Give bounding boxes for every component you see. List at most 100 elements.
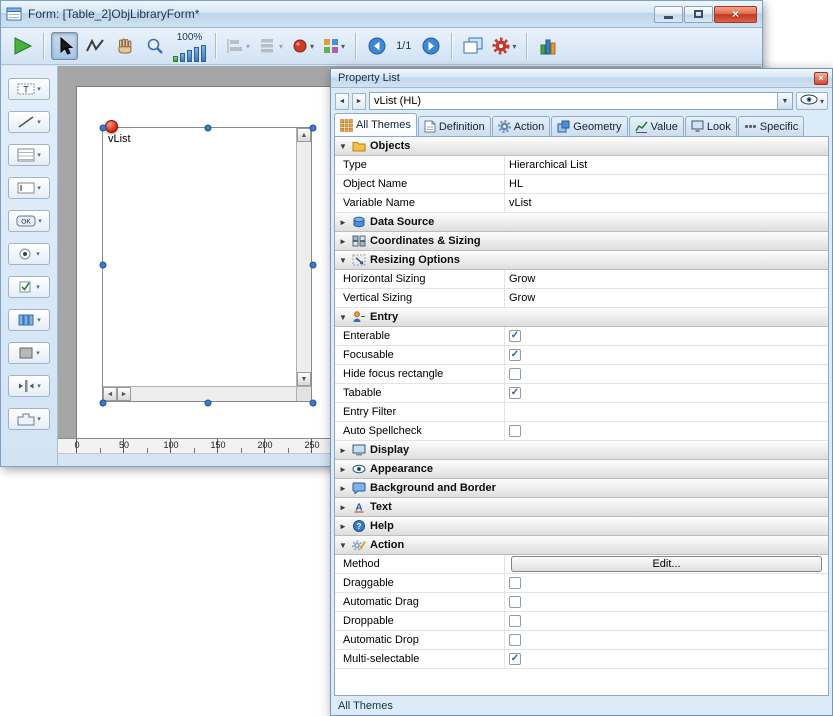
form-windows-button[interactable] <box>459 32 486 60</box>
selection-handle[interactable] <box>100 400 107 407</box>
tab-action[interactable]: Action <box>492 116 551 136</box>
tab-specific[interactable]: Specific <box>738 116 805 136</box>
tab-geometry[interactable]: Geometry <box>551 116 627 136</box>
execute-dropdown[interactable]: ▾ <box>489 32 519 60</box>
splitter-tool-button[interactable]: ▾ <box>8 375 50 397</box>
section-header-help[interactable]: ►?Help <box>335 517 828 536</box>
section-header-display[interactable]: ►Display <box>335 441 828 460</box>
tab-all-themes[interactable]: All Themes <box>334 113 417 136</box>
selection-handle[interactable] <box>100 262 107 269</box>
selection-handle[interactable] <box>310 262 317 269</box>
edit-method-button[interactable]: Edit... <box>511 556 822 572</box>
section-header-appearance[interactable]: ►Appearance <box>335 460 828 479</box>
previous-page-button[interactable] <box>363 32 390 60</box>
column-tool-button[interactable]: ▾ <box>8 309 50 331</box>
checkbox-tabable[interactable]: ✓ <box>509 387 521 399</box>
property-value-automatic-drag[interactable] <box>505 593 828 611</box>
zoom-bar[interactable] <box>180 53 185 62</box>
input-tool-button[interactable]: ▾ <box>8 177 50 199</box>
section-header-background-and-border[interactable]: ►Background and Border <box>335 479 828 498</box>
checkbox-automatic-drag[interactable] <box>509 596 521 608</box>
section-header-entry[interactable]: ▼Entry <box>335 308 828 327</box>
distribute-dropdown[interactable]: ▾ <box>256 32 286 60</box>
checkbox-auto-spellcheck[interactable] <box>509 425 521 437</box>
zoom-bars[interactable] <box>173 44 206 62</box>
property-value-object-name[interactable]: HL <box>505 175 828 193</box>
checkbox-focusable[interactable]: ✓ <box>509 349 521 361</box>
checkbox-enterable[interactable]: ✓ <box>509 330 521 342</box>
line-tool-button[interactable]: ▾ <box>8 111 50 133</box>
property-value-auto-spellcheck[interactable] <box>505 422 828 440</box>
text-tool-button[interactable]: T▾ <box>8 78 50 100</box>
checkbox-tool-button[interactable]: ▾ <box>8 276 50 298</box>
checkbox-droppable[interactable] <box>509 615 521 627</box>
property-value-droppable[interactable] <box>505 612 828 630</box>
zoom-bar[interactable] <box>194 47 199 62</box>
visibility-options-button[interactable]: ▾ <box>796 92 828 110</box>
object-library-button[interactable] <box>534 32 561 60</box>
section-header-coordinates-sizing[interactable]: ►Coordinates & Sizing <box>335 232 828 251</box>
property-value-vertical-sizing[interactable]: Grow <box>505 289 828 307</box>
scroll-up-icon[interactable]: ▲ <box>297 128 311 142</box>
listbox-tool-button[interactable]: ▾ <box>8 144 50 166</box>
section-header-action[interactable]: ▼Action <box>335 536 828 555</box>
pointer-tool-button[interactable] <box>51 32 78 60</box>
selection-handle[interactable] <box>310 400 317 407</box>
run-button[interactable] <box>8 32 36 60</box>
checkbox-multi-selectable[interactable]: ✓ <box>509 653 521 665</box>
property-value-type[interactable]: Hierarchical List <box>505 156 828 174</box>
display-options-dropdown[interactable]: ▾ <box>320 32 348 60</box>
chevron-down-icon[interactable]: ▼ <box>777 93 792 109</box>
scroll-right-icon[interactable]: ► <box>117 387 131 401</box>
property-value-method[interactable]: Edit... <box>505 555 828 573</box>
form-editor-titlebar[interactable]: Form: [Table_2]ObjLibraryForm* × <box>1 1 762 28</box>
zoom-widget[interactable]: 100% <box>171 30 208 62</box>
zoom-bar[interactable] <box>173 56 178 62</box>
button-tool-button[interactable]: OK▾ <box>8 210 50 232</box>
tab-definition[interactable]: Definition <box>418 116 491 136</box>
rectangle-tool-button[interactable]: ▾ <box>8 342 50 364</box>
object-vertical-scrollbar[interactable]: ▲ ▼ <box>296 128 311 386</box>
property-value-automatic-drop[interactable] <box>505 631 828 649</box>
scroll-left-icon[interactable]: ◄ <box>103 387 117 401</box>
maximize-button[interactable] <box>684 6 713 23</box>
checkbox-automatic-drop[interactable] <box>509 634 521 646</box>
checkbox-hide-focus-rectangle[interactable] <box>509 368 521 380</box>
property-value-entry-filter[interactable] <box>505 403 828 421</box>
pen-tool-button[interactable] <box>81 32 108 60</box>
align-dropdown[interactable]: ▾ <box>223 32 253 60</box>
scroll-down-icon[interactable]: ▼ <box>297 372 311 386</box>
section-header-objects[interactable]: ▼Objects <box>335 137 828 156</box>
close-button[interactable]: × <box>714 6 757 23</box>
selection-handle[interactable] <box>100 125 107 132</box>
tab-control-tool-button[interactable]: ▾ <box>8 408 50 430</box>
next-page-button[interactable] <box>417 32 444 60</box>
section-header-resizing-options[interactable]: ▼Resizing Options <box>335 251 828 270</box>
hierarchical-list-object[interactable]: vList ▲ ▼ ◄ ► <box>102 127 312 402</box>
color-dropdown[interactable]: ▾ <box>289 32 317 60</box>
minimize-button[interactable] <box>654 6 683 23</box>
property-value-focusable[interactable]: ✓ <box>505 346 828 364</box>
selection-handle[interactable] <box>205 400 212 407</box>
object-horizontal-scrollbar[interactable]: ◄ ► <box>103 386 296 401</box>
radio-tool-button[interactable]: ▾ <box>8 243 50 265</box>
zoom-bar[interactable] <box>187 50 192 62</box>
section-header-text[interactable]: ►AText <box>335 498 828 517</box>
property-value-hide-focus-rectangle[interactable] <box>505 365 828 383</box>
next-object-button[interactable]: ► <box>352 93 366 110</box>
selection-handle[interactable] <box>310 125 317 132</box>
property-value-enterable[interactable]: ✓ <box>505 327 828 345</box>
property-value-multi-selectable[interactable]: ✓ <box>505 650 828 668</box>
checkbox-draggable[interactable] <box>509 577 521 589</box>
object-selector-combobox[interactable]: vList (HL) ▼ <box>369 92 793 110</box>
property-value-draggable[interactable] <box>505 574 828 592</box>
hand-tool-button[interactable] <box>111 32 138 60</box>
selection-handle[interactable] <box>205 125 212 132</box>
property-list-titlebar[interactable]: Property List × <box>331 69 832 88</box>
section-header-data-source[interactable]: ►Data Source <box>335 213 828 232</box>
tab-value[interactable]: Value <box>629 116 684 136</box>
property-value-tabable[interactable]: ✓ <box>505 384 828 402</box>
previous-object-button[interactable]: ◄ <box>335 93 349 110</box>
zoom-bar[interactable] <box>201 45 206 62</box>
tab-look[interactable]: Look <box>685 116 737 136</box>
